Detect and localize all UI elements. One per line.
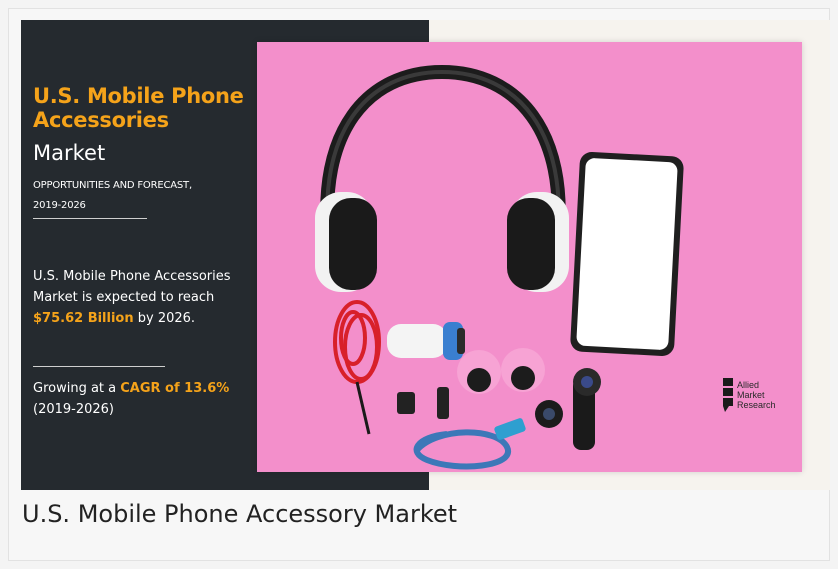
phone-lens-icon [535,368,601,450]
logo-line1: Allied [737,380,760,390]
market-infographic: U.S. Mobile Phone Accessories Market OPP… [21,20,830,490]
subtitle-line1: OPPORTUNITIES AND FORECAST, [33,180,192,191]
market-size-statement: U.S. Mobile Phone Accessories Market is … [33,266,243,329]
report-subtitle: OPPORTUNITIES AND FORECAST, 2019-2026 [33,176,233,216]
growth-text: Growing at a [33,381,121,396]
car-charger-icon [387,322,465,360]
usb-cable-icon [413,418,526,470]
report-title-market: Market [33,141,106,165]
adapter-icon [397,392,415,414]
report-title-line2: Accessories [33,108,169,132]
growth-statement: Growing at a CAGR of 13.6% (2019-2026) [33,378,268,420]
divider [33,366,165,367]
logo-line2: Market [737,390,765,400]
subtitle-line2: 2019-2026 [33,200,86,211]
red-cable-icon [333,300,381,435]
report-title-line1: U.S. Mobile Phone [33,84,244,108]
market-size-year: by 2026. [133,311,196,326]
adapter-icon [437,387,449,419]
market-size-value: $75.62 Billion [33,311,134,326]
image-caption: U.S. Mobile Phone Accessory Market [22,500,458,528]
report-title: U.S. Mobile Phone Accessories [33,84,263,132]
logo-line3: Research [737,400,776,410]
market-size-text: U.S. Mobile Phone Accessories Market is … [33,269,231,305]
cagr-value: CAGR of 13.6% [120,381,230,396]
forecast-period: (2019-2026) [33,402,115,417]
headphones-icon [315,64,569,292]
divider [33,218,147,219]
allied-market-research-logo: Allied Market Research [723,378,793,418]
smartphone-icon [570,152,684,356]
phone-mount-icon [457,348,545,394]
accessories-photo: Allied Market Research [257,42,802,472]
